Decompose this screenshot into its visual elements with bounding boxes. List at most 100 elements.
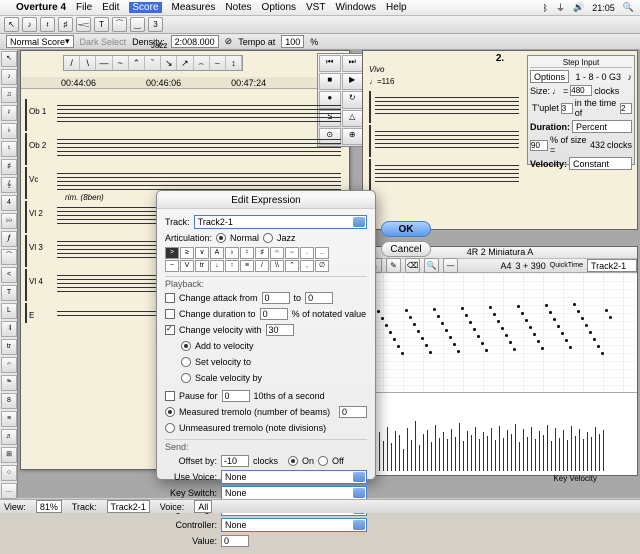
midi-note[interactable] [589,331,592,334]
trem-val[interactable] [339,406,367,418]
midi-note[interactable] [465,314,468,317]
articulation-cell[interactable]: > [165,247,179,259]
palette-perc[interactable]: ○ [1,465,17,481]
midi-note[interactable] [509,341,512,344]
menu-windows[interactable]: Windows [335,2,376,13]
velocity-bar[interactable] [439,438,440,471]
velocity-bar[interactable] [559,438,560,471]
velocity-bar[interactable] [499,426,500,471]
articulation-cell[interactable]: A [210,247,224,259]
velocity-bar[interactable] [567,440,568,471]
velocity-bar[interactable] [591,437,592,471]
pause-check[interactable] [165,391,175,401]
menu-edit[interactable]: Edit [102,2,119,13]
articulation-cell[interactable]: ∨ [195,247,209,259]
palette-misc[interactable]: … [1,483,17,499]
menu-measures[interactable]: Measures [172,2,216,13]
midi-note[interactable] [537,340,540,343]
palette-clef[interactable]: 𝄞 [1,177,17,193]
menu-notes[interactable]: Notes [225,2,251,13]
art-tool[interactable]: — [96,56,112,70]
tuplet-b[interactable] [620,103,632,114]
palette-arrow[interactable]: ↖ [1,51,17,67]
velocity-bar[interactable] [515,424,516,471]
tool-arrow[interactable]: ↖ [4,17,19,32]
art-tool[interactable]: ⌢ [194,56,210,70]
articulation-cell[interactable]: ⌃ [285,260,299,272]
velocity-bar[interactable] [427,430,428,471]
midi-note[interactable] [437,315,440,318]
menu-score[interactable]: Score [129,2,161,13]
velocity-bar[interactable] [467,431,468,471]
offset-val[interactable] [221,455,249,467]
midi-note[interactable] [541,347,544,350]
midi-note[interactable] [469,321,472,324]
midi-note[interactable] [573,303,576,306]
vel-scale-radio[interactable] [181,373,191,383]
tuplet-a[interactable] [561,103,573,114]
palette-tab[interactable]: ⊞ [1,447,17,463]
midi-note[interactable] [545,304,548,307]
tempo-value[interactable]: 100 [281,35,304,48]
attack-from[interactable] [262,292,290,304]
velocity-bar[interactable] [455,437,456,471]
offset-off-radio[interactable] [318,456,328,466]
palette-natural[interactable]: ♮ [1,141,17,157]
velocity-bar[interactable] [511,434,512,471]
palette-hairpin[interactable]: < [1,267,17,283]
midi-tool-erase[interactable]: ⌫ [405,258,420,273]
midi-note[interactable] [457,350,460,353]
velocity-bar[interactable] [599,434,600,471]
velocity-bar[interactable] [595,427,596,471]
velocity-bar[interactable] [523,429,524,471]
velocity-bar[interactable] [575,436,576,471]
velocity-bar[interactable] [571,426,572,471]
velocity-bar[interactable] [543,435,544,471]
duration-mode[interactable]: Percent [572,120,632,133]
midi-note[interactable] [405,309,408,312]
midi-tool-pencil[interactable]: ✎ [386,258,401,273]
velocity-bar[interactable] [411,440,412,471]
midi-note[interactable] [513,348,516,351]
status-track-select[interactable]: Track2-1 [107,500,150,513]
midi-note[interactable] [461,307,464,310]
velocity-bar[interactable] [403,449,404,471]
palette-repeat[interactable]: 𝄇 [1,321,17,337]
midi-note[interactable] [561,332,564,335]
velocity-bar[interactable] [423,434,424,471]
midi-note[interactable] [601,352,604,355]
velocity-bar[interactable] [503,438,504,471]
tool-tie[interactable]: ‿ [130,17,145,32]
velocity-bar[interactable] [415,421,416,471]
velocity-check[interactable] [165,325,175,335]
midi-note[interactable] [421,337,424,340]
midi-note[interactable] [553,318,556,321]
articulation-cell[interactable]: ♮ [240,247,254,259]
midi-note[interactable] [449,336,452,339]
midi-note[interactable] [485,349,488,352]
midi-note[interactable] [577,310,580,313]
palette-flat[interactable]: ♭ [1,123,17,139]
velocity-bar[interactable] [527,437,528,471]
duration-check[interactable] [165,309,175,319]
app-menu[interactable]: Overture 4 [16,2,66,13]
velocity-bar[interactable] [587,432,588,471]
keyswitch-select[interactable]: None [221,486,367,500]
palette-chord[interactable]: ♫ [1,87,17,103]
attack-to[interactable] [305,292,333,304]
midi-note[interactable] [565,339,568,342]
size-input[interactable] [570,85,592,96]
velocity-bar[interactable] [459,423,460,472]
velocity-bar[interactable] [379,432,380,471]
zoom-select[interactable]: 81% [36,500,62,513]
spotlight-icon[interactable]: 🔍 [623,2,634,13]
transport-rewind[interactable]: ⏮ [319,55,341,72]
pause-val[interactable] [222,390,250,402]
palette-lyric[interactable]: L [1,303,17,319]
midi-note[interactable] [397,345,400,348]
art-tool[interactable]: ↘ [161,56,177,70]
midi-note[interactable] [417,330,420,333]
palette-slur[interactable]: ⁀ [1,249,17,265]
cancel-button[interactable]: Cancel [381,241,431,257]
velocity-bar[interactable] [487,436,488,471]
